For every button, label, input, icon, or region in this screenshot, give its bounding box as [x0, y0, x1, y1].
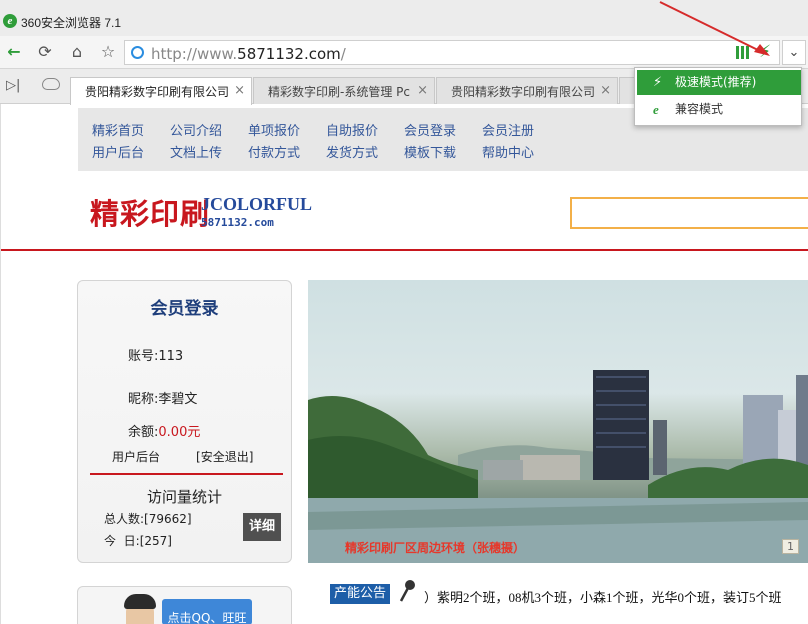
login-heading: 会员登录: [150, 299, 219, 319]
site-menu-item-user-backend[interactable]: 用户后台: [92, 142, 170, 161]
site-menu-item-register[interactable]: 会员注册: [482, 120, 560, 139]
address-url[interactable]: http://www.5871132.com/: [151, 45, 346, 63]
tab-label: 贵阳精彩数字印刷有限公司: [451, 85, 596, 99]
tab-3[interactable]: 贵阳精彩数字印刷有限公司 ×: [436, 77, 618, 104]
logout-link[interactable]: [安全退出]: [196, 450, 253, 464]
site-menu-item-single-quote[interactable]: 单项报价: [248, 120, 326, 139]
account-row: 账号:113: [128, 349, 184, 364]
render-mode-menu: ⚡︎ 极速模式(推荐) e 兼容模式: [634, 67, 802, 126]
close-icon[interactable]: ×: [234, 83, 245, 98]
qq-contact-button[interactable]: 点击QQ、旺旺: [162, 599, 252, 624]
sidebar-toggle-icon[interactable]: ▷|: [6, 78, 20, 93]
tab-label: 贵阳精彩数字印刷有限公司: [85, 85, 230, 99]
balance-row: 余额:0.00元: [128, 425, 201, 440]
nickname-row: 昵称:李碧文: [128, 392, 198, 407]
banner-photo[interactable]: 精彩印刷厂区周边环境（张穗摄） 1: [308, 280, 808, 563]
close-icon[interactable]: ×: [417, 83, 428, 98]
site-menu-row: 用户后台 文档上传 付款方式 发货方式 模板下载 帮助中心: [92, 142, 560, 161]
site-menu-item-templates[interactable]: 模板下载: [404, 142, 482, 161]
site-menu-item-about[interactable]: 公司介绍: [170, 120, 248, 139]
site-menu-item-home[interactable]: 精彩首页: [92, 120, 170, 139]
today-visitors: 今 日:[257]: [104, 534, 172, 548]
tab-4[interactable]: [619, 77, 635, 104]
back-arrow-icon[interactable]: ←: [3, 41, 25, 63]
stats-detail-button[interactable]: 详细: [243, 513, 281, 541]
site-menu-item-upload[interactable]: 文档上传: [170, 142, 248, 161]
login-links: 用户后台 [安全退出]: [112, 448, 253, 465]
menu-item-label: 兼容模式: [675, 102, 724, 116]
close-icon[interactable]: ×: [600, 83, 611, 98]
ie-logo-icon: e: [653, 102, 659, 117]
site-menu-item-help[interactable]: 帮助中心: [482, 142, 560, 161]
annotation-arrow-icon: [659, 1, 770, 56]
browser-logo-icon: e: [3, 14, 17, 28]
site-menu-row: 精彩首页 公司介绍 单项报价 自助报价 会员登录 会员注册: [92, 120, 560, 139]
visit-stats-heading: 访问量统计: [146, 488, 222, 506]
banner-caption: 精彩印刷厂区周边环境（张穗摄）: [345, 541, 526, 555]
member-login-panel: 会员登录 账号:113 昵称:李碧文 余额:0.00元 用户后台 [安全退出] 访…: [77, 280, 292, 563]
chevron-down-icon[interactable]: ⌄: [782, 40, 806, 65]
favorite-star-icon[interactable]: ☆: [97, 41, 119, 63]
site-menu-item-payment[interactable]: 付款方式: [248, 142, 326, 161]
site-menu-item-login[interactable]: 会员登录: [404, 120, 482, 139]
customer-service-box[interactable]: 点击QQ、旺旺: [77, 586, 292, 624]
capacity-notice-text: ）紫明2个班，08机3个班，小森1个班，光华0个班，装订5个班: [424, 590, 782, 605]
cloud-icon[interactable]: [42, 78, 60, 90]
site-logo-text[interactable]: 精彩印刷: [90, 191, 210, 233]
banner-scene: [308, 370, 808, 563]
menu-item-fast-mode[interactable]: ⚡︎ 极速模式(推荐): [637, 70, 801, 95]
banner-page-indicator[interactable]: 1: [782, 539, 799, 554]
site-menu-item-shipping[interactable]: 发货方式: [326, 142, 404, 161]
site-globe-icon: [131, 46, 144, 59]
menu-item-compat-mode[interactable]: e 兼容模式: [637, 97, 801, 122]
tab-2[interactable]: 精彩数字印刷-系统管理 Pc ×: [253, 77, 435, 104]
menu-item-label: 极速模式(推荐): [675, 75, 757, 89]
microphone-icon: [399, 580, 415, 602]
capacity-notice-label: 产能公告: [330, 584, 391, 604]
site-logo-english: JCOLORFUL: [201, 194, 313, 214]
user-backend-link[interactable]: 用户后台: [112, 450, 160, 464]
site-menu-item-self-quote[interactable]: 自助报价: [326, 120, 404, 139]
site-logo-url: 5871132.com: [201, 216, 274, 229]
total-visitors: 总人数:[79662]: [104, 512, 192, 526]
reload-icon[interactable]: ⟳: [34, 41, 56, 63]
login-divider: [90, 473, 283, 475]
tab-1[interactable]: 贵阳精彩数字印刷有限公司 ×: [70, 77, 252, 105]
service-avatar: [124, 594, 156, 624]
window-title: 360安全浏览器 7.1: [21, 16, 122, 30]
site-search-input[interactable]: [570, 197, 808, 229]
home-icon[interactable]: ⌂: [66, 41, 88, 63]
tab-label: 精彩数字印刷-系统管理 Pc: [268, 85, 410, 99]
bolt-icon: ⚡︎: [653, 75, 663, 90]
page-left-edge: [0, 104, 1, 624]
header-divider: [0, 249, 808, 251]
